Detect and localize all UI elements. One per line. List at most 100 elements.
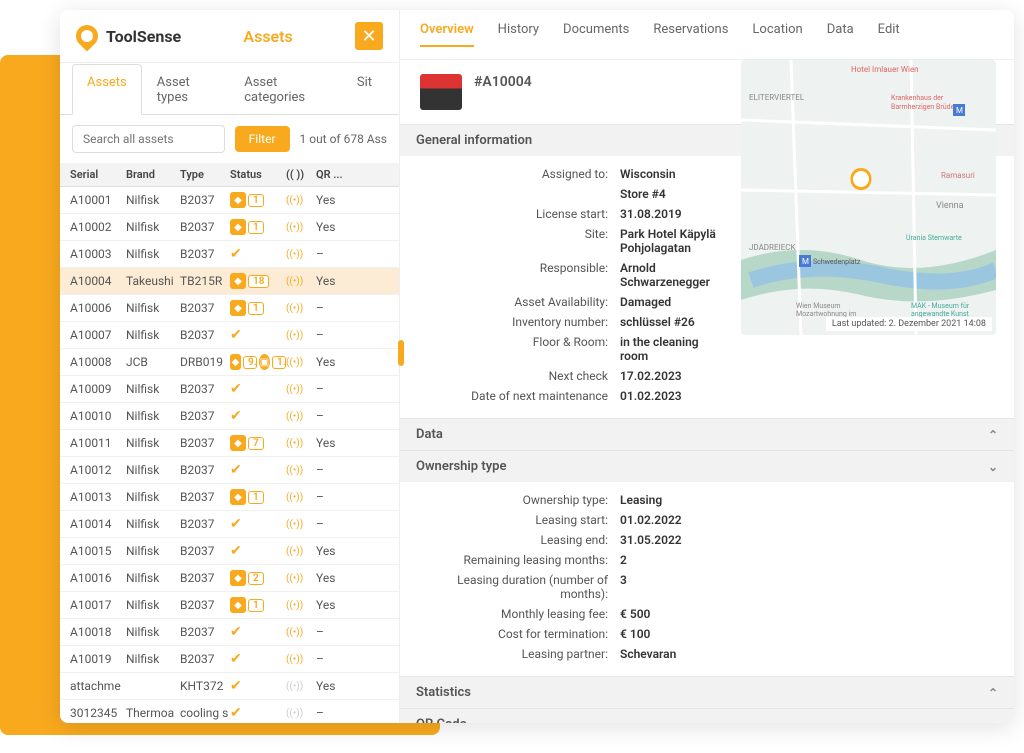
check-icon: ✔ — [230, 543, 242, 559]
section-ownership-head[interactable]: Ownership type⌄ — [400, 451, 1014, 482]
table-row[interactable]: A10019NilfiskB2037✔((•))– — [60, 646, 399, 673]
asset-id: #A10004 — [474, 74, 532, 90]
table-row[interactable]: A10002NilfiskB2037◆1((•))Yes — [60, 214, 399, 241]
table-row[interactable]: A10018NilfiskB2037✔((•))– — [60, 619, 399, 646]
detail-tab-reservations[interactable]: Reservations — [653, 22, 728, 47]
signal-icon: ((•)) — [286, 303, 316, 314]
check-icon: ✔ — [230, 408, 242, 424]
left-header: ToolSense Assets ✕ — [60, 10, 399, 63]
table-row[interactable]: A10016NilfiskB2037◆2((•))Yes — [60, 565, 399, 592]
svg-text:Wien Museum: Wien Museum — [796, 302, 841, 310]
status-badge: 1 — [248, 221, 264, 234]
section-statistics-head[interactable]: Statistics⌃ — [400, 677, 1014, 708]
status-badge: 1 — [248, 491, 264, 504]
svg-text:M: M — [956, 106, 963, 115]
column-header[interactable]: Type — [180, 168, 230, 181]
table-header: SerialBrandTypeStatus(( ))QR ... — [60, 163, 399, 187]
table-row[interactable]: A10004TakeushiTB215R◆18((•))Yes — [60, 268, 399, 295]
signal-icon: ((•)) — [286, 708, 316, 719]
status-badge: 18 — [248, 275, 269, 288]
table-row[interactable]: A10017NilfiskB2037◆1((•))Yes — [60, 592, 399, 619]
tag-icon: ◆ — [230, 273, 246, 289]
svg-text:ELITERVIERTEL: ELITERVIERTEL — [749, 93, 805, 102]
brand-name: ToolSense — [106, 27, 181, 46]
tag-icon: ◆ — [230, 570, 246, 586]
asset-detail-panel: Overview History Documents Reservations Loca… — [400, 10, 1014, 723]
tab-asset-types[interactable]: Asset types — [142, 64, 229, 115]
location-map[interactable]: Hotel Imlauer Wien ELITERVIERTEL Kranken… — [741, 60, 996, 335]
signal-icon: ((•)) — [286, 600, 316, 611]
table-row[interactable]: A10001NilfiskB2037◆1((•))Yes — [60, 187, 399, 214]
status-badge: 2 — [248, 572, 264, 585]
svg-text:Ramasuri: Ramasuri — [941, 171, 975, 180]
check-icon: ✔ — [230, 462, 242, 478]
brand-logo[interactable]: ToolSense — [76, 25, 181, 47]
table-row[interactable]: attachmeKHT372✔((•))Yes — [60, 673, 399, 700]
section-data: Data⌃ — [400, 418, 1014, 450]
tab-assets[interactable]: Assets — [72, 64, 142, 115]
app-container: ToolSense Assets ✕ AssetsAsset typesAsse… — [60, 10, 1014, 723]
filter-button[interactable]: Filter — [235, 126, 290, 152]
signal-icon: ((•)) — [286, 222, 316, 233]
svg-text:MAK - Museum für: MAK - Museum für — [911, 302, 970, 310]
detail-tab-location[interactable]: Location — [752, 22, 802, 47]
tab-asset-categories[interactable]: Asset categories — [229, 64, 342, 115]
column-header[interactable]: Brand — [126, 168, 180, 181]
assets-list-panel: ToolSense Assets ✕ AssetsAsset typesAsse… — [60, 10, 400, 723]
table-row[interactable]: A10010NilfiskB2037✔((•))– — [60, 403, 399, 430]
status-badge: 1 — [248, 302, 264, 315]
tag-icon: ◆ — [230, 597, 246, 613]
svg-text:Barmherzigen Brüder: Barmherzigen Brüder — [891, 103, 957, 111]
table-row[interactable]: 3012345Thermoacooling s✔((•))– — [60, 700, 399, 723]
table-row[interactable]: A10006NilfiskB2037◆1((•))– — [60, 295, 399, 322]
table-row[interactable]: A10003NilfiskB2037✔((•))– — [60, 241, 399, 268]
column-header[interactable]: Status — [230, 168, 286, 181]
column-header[interactable]: Serial — [70, 168, 126, 181]
svg-text:Krankenhaus der: Krankenhaus der — [891, 94, 944, 102]
chevron-down-icon: ⌄ — [988, 718, 998, 724]
list-tabs: AssetsAsset typesAsset categoriesSit — [60, 63, 399, 115]
detail-tab-overview[interactable]: Overview — [420, 22, 474, 47]
detail-tab-documents[interactable]: Documents — [563, 22, 629, 47]
table-row[interactable]: A10007NilfiskB2037✔((•))– — [60, 322, 399, 349]
status-badge: 1 — [272, 356, 286, 369]
chevron-up-icon: ⌃ — [988, 686, 998, 700]
map-updated: Last updated: 2. Dezember 2021 14:08 — [826, 317, 992, 331]
column-header[interactable]: QR ... — [316, 168, 352, 181]
table-row[interactable]: A10011NilfiskB2037◆7((•))Yes — [60, 430, 399, 457]
asset-thumbnail — [420, 74, 462, 110]
svg-text:M: M — [802, 257, 809, 266]
table-row[interactable]: A10008JCBDRB019◆9▣1((•))Yes — [60, 349, 399, 376]
signal-icon: ((•)) — [286, 546, 316, 557]
signal-icon: ((•)) — [286, 438, 316, 449]
tag-icon: ◆ — [230, 435, 246, 451]
detail-tab-history[interactable]: History — [498, 22, 539, 47]
svg-text:Vienna: Vienna — [936, 201, 964, 211]
table-row[interactable]: A10013NilfiskB2037◆1((•))– — [60, 484, 399, 511]
detail-tabs: Overview History Documents Reservations Loca… — [400, 10, 1014, 60]
svg-text:JDADREIECK: JDADREIECK — [749, 243, 796, 252]
signal-icon: ((•)) — [286, 519, 316, 530]
table-row[interactable]: A10015NilfiskB2037✔((•))Yes — [60, 538, 399, 565]
signal-icon: ((•)) — [286, 681, 316, 692]
search-input[interactable] — [72, 125, 225, 153]
signal-icon: ((•)) — [286, 249, 316, 260]
tab-sit[interactable]: Sit — [342, 64, 387, 115]
resize-handle[interactable] — [398, 340, 404, 366]
table-row[interactable]: A10012NilfiskB2037✔((•))– — [60, 457, 399, 484]
close-panel-button[interactable]: ✕ — [355, 22, 383, 50]
cam-icon: ▣ — [259, 354, 270, 370]
assets-table: SerialBrandTypeStatus(( ))QR ... A10001N… — [60, 163, 399, 723]
detail-tab-edit[interactable]: Edit — [878, 22, 900, 47]
detail-tab-data[interactable]: Data — [827, 22, 854, 47]
section-qr-head[interactable]: QR Code⌄ — [400, 709, 1014, 723]
signal-icon: ((•)) — [286, 627, 316, 638]
tag-icon: ◆ — [230, 354, 241, 370]
page-title: Assets — [243, 27, 292, 46]
status-badge: 7 — [248, 437, 264, 450]
column-header[interactable]: (( )) — [286, 168, 316, 181]
table-row[interactable]: A10009NilfiskB2037✔((•))– — [60, 376, 399, 403]
section-data-head[interactable]: Data⌃ — [400, 419, 1014, 450]
table-row[interactable]: A10014NilfiskB2037✔((•))– — [60, 511, 399, 538]
chevron-down-icon: ⌄ — [988, 460, 998, 474]
